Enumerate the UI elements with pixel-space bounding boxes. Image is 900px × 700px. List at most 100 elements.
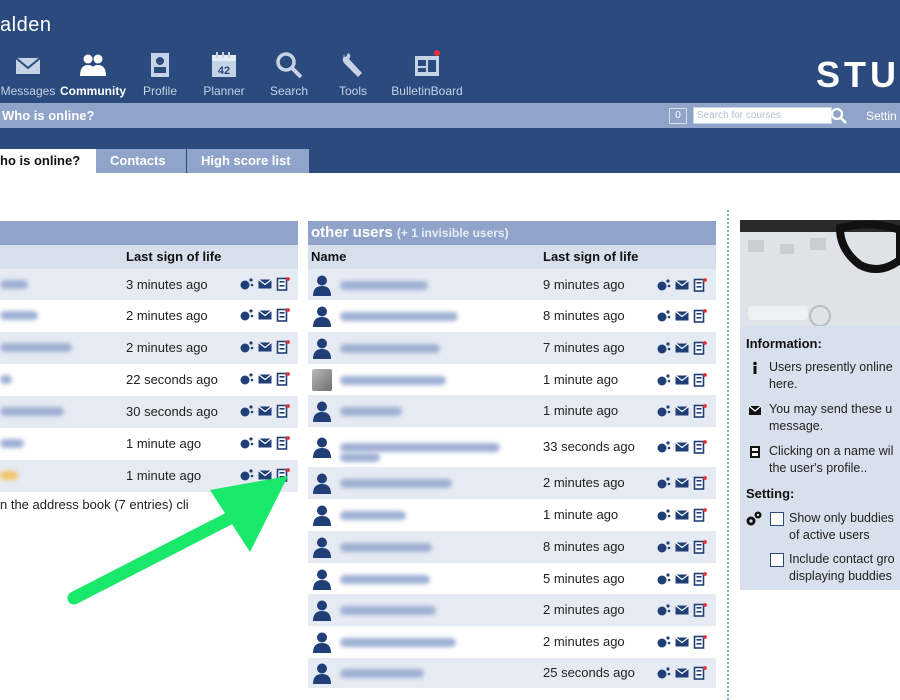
user-name-link[interactable] <box>340 606 436 615</box>
user-avatar-icon <box>313 473 331 494</box>
add-to-contacts-icon[interactable] <box>693 603 707 617</box>
user-name-link[interactable] <box>340 312 458 321</box>
add-to-contacts-icon[interactable] <box>276 277 290 291</box>
add-to-contacts-icon[interactable] <box>693 278 707 292</box>
settings-link[interactable]: Settin <box>866 109 897 123</box>
send-message-icon[interactable] <box>675 666 689 680</box>
user-name-link[interactable] <box>340 638 456 647</box>
send-message-icon[interactable] <box>258 308 272 322</box>
user-name-link[interactable] <box>0 407 64 416</box>
user-name-link-line2[interactable] <box>340 453 380 462</box>
send-message-icon[interactable] <box>675 635 689 649</box>
user-name-link[interactable] <box>340 443 500 452</box>
add-to-contacts-icon[interactable] <box>693 666 707 680</box>
message-count-badge[interactable]: 0 <box>669 108 687 124</box>
chat-icon[interactable] <box>657 440 671 454</box>
send-message-icon[interactable] <box>258 277 272 291</box>
user-name-link[interactable] <box>0 375 12 384</box>
send-message-icon[interactable] <box>675 572 689 586</box>
user-name-link[interactable] <box>340 407 402 416</box>
chat-icon[interactable] <box>240 277 254 291</box>
search-icon[interactable] <box>830 107 848 125</box>
chat-icon[interactable] <box>657 603 671 617</box>
send-message-icon[interactable] <box>258 436 272 450</box>
chat-icon[interactable] <box>657 666 671 680</box>
envelope-icon <box>15 57 41 74</box>
user-name-link[interactable] <box>340 669 424 678</box>
last-sign-cell: 7 minutes ago <box>543 340 625 355</box>
user-name-link[interactable] <box>340 376 446 385</box>
nav-bulletinboard[interactable]: BulletinBoard <box>388 50 466 102</box>
chat-icon[interactable] <box>240 372 254 386</box>
send-message-icon[interactable] <box>258 404 272 418</box>
tab-strip: ho is online? Contacts High score list <box>0 128 900 173</box>
add-to-contacts-icon[interactable] <box>276 308 290 322</box>
tab-who-is-online[interactable]: ho is online? <box>0 149 98 173</box>
chat-icon[interactable] <box>657 341 671 355</box>
add-to-contacts-icon[interactable] <box>276 436 290 450</box>
chat-icon[interactable] <box>657 404 671 418</box>
add-to-contacts-icon[interactable] <box>693 373 707 387</box>
site-logo[interactable]: STU <box>816 54 900 96</box>
add-to-contacts-icon[interactable] <box>693 440 707 454</box>
add-to-contacts-icon[interactable] <box>693 476 707 490</box>
nav-planner[interactable]: 42 Planner <box>200 50 248 102</box>
add-to-contacts-icon[interactable] <box>276 372 290 386</box>
nav-messages[interactable]: Messages <box>0 50 56 102</box>
add-to-contacts-icon[interactable] <box>693 309 707 323</box>
send-message-icon[interactable] <box>258 372 272 386</box>
chat-icon[interactable] <box>240 308 254 322</box>
add-to-contacts-icon[interactable] <box>693 508 707 522</box>
user-name-link[interactable] <box>340 511 406 520</box>
chat-icon[interactable] <box>657 309 671 323</box>
send-message-icon[interactable] <box>675 508 689 522</box>
include-contact-groups-checkbox[interactable] <box>770 553 784 567</box>
wrench-icon <box>342 53 362 77</box>
nav-community[interactable]: Community <box>58 50 128 102</box>
chat-icon[interactable] <box>657 278 671 292</box>
course-search-input[interactable] <box>693 107 832 124</box>
nav-tools[interactable]: Tools <box>334 50 372 102</box>
chat-icon[interactable] <box>657 476 671 490</box>
send-message-icon[interactable] <box>675 373 689 387</box>
user-name-link[interactable] <box>0 311 38 320</box>
send-message-icon[interactable] <box>675 603 689 617</box>
send-message-icon[interactable] <box>675 341 689 355</box>
user-name-link[interactable] <box>340 575 430 584</box>
add-to-contacts-icon[interactable] <box>276 404 290 418</box>
add-to-contacts-icon[interactable] <box>693 635 707 649</box>
send-message-icon[interactable] <box>675 440 689 454</box>
add-to-contacts-icon[interactable] <box>693 404 707 418</box>
user-name-link[interactable] <box>340 344 440 353</box>
chat-icon[interactable] <box>240 436 254 450</box>
chat-icon[interactable] <box>657 508 671 522</box>
chat-icon[interactable] <box>240 404 254 418</box>
user-name-link[interactable] <box>0 471 18 480</box>
add-to-contacts-icon[interactable] <box>693 540 707 554</box>
chat-icon[interactable] <box>657 635 671 649</box>
tab-high-score-list[interactable]: High score list <box>187 149 311 173</box>
user-name-link[interactable] <box>0 439 24 448</box>
nav-profile[interactable]: Profile <box>138 50 182 102</box>
send-message-icon[interactable] <box>675 278 689 292</box>
add-to-contacts-icon[interactable] <box>693 341 707 355</box>
chat-icon[interactable] <box>657 373 671 387</box>
send-message-icon[interactable] <box>675 540 689 554</box>
user-name-link[interactable] <box>340 281 428 290</box>
add-to-contacts-icon[interactable] <box>276 340 290 354</box>
send-message-icon[interactable] <box>675 404 689 418</box>
user-name-link[interactable] <box>0 343 72 352</box>
nav-search[interactable]: Search <box>267 50 311 102</box>
chat-icon[interactable] <box>240 340 254 354</box>
user-name-link[interactable] <box>340 479 452 488</box>
show-only-buddies-checkbox[interactable] <box>770 512 784 526</box>
user-name-link[interactable] <box>0 280 28 289</box>
send-message-icon[interactable] <box>258 340 272 354</box>
chat-icon[interactable] <box>657 540 671 554</box>
send-message-icon[interactable] <box>675 476 689 490</box>
send-message-icon[interactable] <box>675 309 689 323</box>
chat-icon[interactable] <box>657 572 671 586</box>
user-name-link[interactable] <box>340 543 432 552</box>
add-to-contacts-icon[interactable] <box>693 572 707 586</box>
tab-contacts[interactable]: Contacts <box>96 149 188 173</box>
